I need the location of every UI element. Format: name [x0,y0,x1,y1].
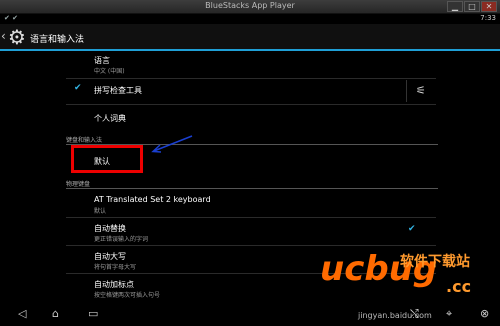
spellcheck-label: 拼写检查工具 [94,86,142,95]
spellcheck-checkbox-icon[interactable]: ✔ [74,83,82,93]
window-controls: ▁ □ ✕ [447,1,497,12]
section-divider [66,188,438,189]
auto-replace-summary: 更正错误输入的字词 [94,236,149,243]
at-keyboard-label: AT Translated Set 2 keyboard [94,195,211,204]
annotation-arrow-icon [151,135,193,153]
language-item[interactable]: 语言 中文 (中国) [0,53,500,77]
action-bar: ‹ ⚙ 语言和输入法 [0,24,500,51]
home-icon[interactable]: ⌂ [52,307,59,320]
close-window-button[interactable]: ✕ [481,1,497,12]
auto-replace-checkbox-icon[interactable]: ✔ [408,224,416,234]
sliders-settings-icon[interactable]: ⚟ [416,84,426,97]
highlight-box [71,145,143,173]
watermark-site-name: 软件下载站 [400,254,470,270]
notification-icons: ✔ ✔ [4,14,18,22]
language-label: 语言 [94,56,110,65]
auto-punct-label: 自动加标点 [94,280,134,289]
auto-punct-summary: 按空格键两次可插入句号 [94,292,161,299]
settings-gear-icon[interactable]: ⚙ [8,26,26,48]
at-keyboard-item[interactable]: AT Translated Set 2 keyboard 默认 [0,190,500,216]
auto-replace-label: 自动替换 [94,224,126,233]
watermark-tld: .cc [446,277,472,296]
up-chevron-icon[interactable]: ‹ [1,29,6,43]
status-bar: ✔ ✔ 7:33 [0,14,500,24]
status-clock: 7:33 [480,14,496,22]
auto-caps-summary: 将句首字母大写 [94,264,137,271]
maximize-button[interactable]: □ [464,1,480,12]
section-header-keyboard: 键盘和输入法 [66,137,103,144]
watermark: ucbug 软件下载站 .cc jingyan.baidu.com [312,243,498,326]
page-title: 语言和输入法 [30,35,85,45]
dictionary-label: 个人词典 [94,114,126,123]
settings-separator [406,80,407,102]
window-title: BlueStacks App Player [205,1,295,10]
auto-replace-item[interactable]: 自动替换 更正错误输入的字词 ✔ [0,218,500,244]
recent-apps-icon[interactable]: ▭ [88,307,98,320]
window-titlebar: BlueStacks App Player ▁ □ ✕ [0,0,500,14]
back-icon[interactable]: ◁ [18,307,26,320]
auto-caps-label: 自动大写 [94,252,126,261]
dictionary-item[interactable]: 个人词典 [0,105,500,129]
section-header-physical: 物理键盘 [66,181,91,188]
watermark-url: jingyan.baidu.com [358,311,432,320]
minimize-button[interactable]: ▁ [447,1,463,12]
at-keyboard-layout: 默认 [94,208,107,215]
language-value: 中文 (中国) [94,68,125,75]
